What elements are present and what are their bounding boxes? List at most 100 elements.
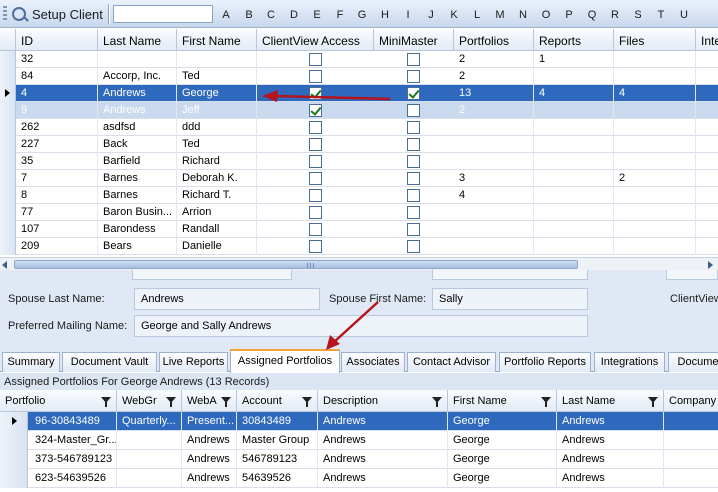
- column-header-description[interactable]: Description: [318, 390, 448, 412]
- row-selector[interactable]: [0, 221, 16, 238]
- row-selector[interactable]: [0, 51, 16, 68]
- letter-filter-u[interactable]: U: [677, 9, 691, 21]
- clientview-access-checkbox[interactable]: [309, 87, 322, 100]
- filter-icon[interactable]: [648, 397, 658, 407]
- client-row[interactable]: 32 2 1: [0, 51, 718, 68]
- letter-filter-s[interactable]: S: [631, 9, 645, 21]
- client-row[interactable]: 227 Back Ted: [0, 136, 718, 153]
- portfolio-row[interactable]: 324-Master_Gr... Andrews Master Group Andre…: [0, 431, 718, 450]
- row-selector[interactable]: [0, 153, 16, 170]
- portfolio-row[interactable]: 96-30843489 Quarterly... Present... 3084348…: [0, 412, 718, 431]
- row-selector[interactable]: [0, 469, 28, 488]
- client-row[interactable]: 7 Barnes Deborah K. 3 2: [0, 170, 718, 187]
- column-header-portfolios[interactable]: Portfolios: [454, 29, 534, 51]
- letter-filter-e[interactable]: E: [310, 9, 324, 21]
- clientview-access-checkbox[interactable]: [309, 223, 322, 236]
- letter-filter-p[interactable]: P: [562, 9, 576, 21]
- spouse-last-name-field[interactable]: Andrews: [134, 288, 320, 310]
- letter-filter-a[interactable]: A: [219, 9, 233, 21]
- column-header-files[interactable]: Files: [614, 29, 696, 51]
- letter-filter-r[interactable]: R: [608, 9, 622, 21]
- letter-filter-h[interactable]: H: [378, 9, 392, 21]
- letter-filter-k[interactable]: K: [447, 9, 461, 21]
- filter-icon[interactable]: [101, 397, 111, 407]
- scrollbar-thumb[interactable]: [14, 260, 578, 269]
- clientview-access-checkbox[interactable]: [309, 53, 322, 66]
- column-header-id[interactable]: ID: [16, 29, 98, 51]
- letter-filter-b[interactable]: B: [242, 9, 256, 21]
- letter-filter-j[interactable]: J: [424, 9, 438, 21]
- column-header-company[interactable]: Company: [664, 390, 718, 412]
- clientview-access-checkbox[interactable]: [309, 138, 322, 151]
- letter-filter-n[interactable]: N: [516, 9, 530, 21]
- row-selector[interactable]: [0, 102, 16, 119]
- clientview-access-checkbox[interactable]: [309, 189, 322, 202]
- tab-contact-advisor[interactable]: Contact Advisor: [407, 352, 496, 372]
- clientview-access-checkbox[interactable]: [309, 104, 322, 117]
- portfolio-row[interactable]: 373-546789123 Andrews 546789123 Andrews Geor…: [0, 450, 718, 469]
- letter-filter-d[interactable]: D: [287, 9, 301, 21]
- tab-docume[interactable]: Docume: [668, 352, 718, 372]
- scroll-left-icon[interactable]: [2, 261, 7, 269]
- letter-filter-o[interactable]: O: [539, 9, 553, 21]
- scroll-right-icon[interactable]: [708, 261, 713, 269]
- client-row[interactable]: 84 Accorp, Inc. Ted 2: [0, 68, 718, 85]
- column-header-weba[interactable]: WebA: [182, 390, 237, 412]
- client-search-input[interactable]: [113, 5, 213, 23]
- filter-icon[interactable]: [166, 397, 176, 407]
- row-selector[interactable]: [0, 450, 28, 469]
- client-row[interactable]: 8 Barnes Richard T. 4: [0, 187, 718, 204]
- row-selector[interactable]: [0, 68, 16, 85]
- column-header-account[interactable]: Account: [237, 390, 318, 412]
- client-row[interactable]: 35 Barfield Richard: [0, 153, 718, 170]
- letter-filter-l[interactable]: L: [470, 9, 484, 21]
- letter-filter-f[interactable]: F: [333, 9, 347, 21]
- filter-icon[interactable]: [221, 397, 231, 407]
- client-row[interactable]: 209 Bears Danielle: [0, 238, 718, 255]
- minimaster-checkbox[interactable]: [407, 172, 420, 185]
- column-header-first[interactable]: First Name: [177, 29, 257, 51]
- row-selector[interactable]: [0, 204, 16, 221]
- minimaster-checkbox[interactable]: [407, 240, 420, 253]
- row-selector[interactable]: [0, 238, 16, 255]
- letter-filter-t[interactable]: T: [654, 9, 668, 21]
- tab-portfolio-reports[interactable]: Portfolio Reports: [499, 352, 591, 372]
- minimaster-checkbox[interactable]: [407, 104, 420, 117]
- clientview-access-checkbox[interactable]: [309, 155, 322, 168]
- clientview-access-checkbox[interactable]: [309, 70, 322, 83]
- column-header-portfolio[interactable]: Portfolio: [0, 390, 117, 412]
- minimaster-checkbox[interactable]: [407, 155, 420, 168]
- filter-icon[interactable]: [541, 397, 551, 407]
- minimaster-checkbox[interactable]: [407, 138, 420, 151]
- client-row[interactable]: 9 Andrews Jeff 2: [0, 102, 718, 119]
- row-selector[interactable]: [0, 119, 16, 136]
- clientview-access-checkbox[interactable]: [309, 172, 322, 185]
- client-row[interactable]: 4 Andrews George 13 4 4: [0, 85, 718, 102]
- minimaster-checkbox[interactable]: [407, 223, 420, 236]
- filter-icon[interactable]: [302, 397, 312, 407]
- column-header-last[interactable]: Last Name: [98, 29, 177, 51]
- letter-filter-m[interactable]: M: [493, 9, 507, 21]
- column-header-reports[interactable]: Reports: [534, 29, 614, 51]
- column-header-webgr[interactable]: WebGr: [117, 390, 182, 412]
- spouse-first-name-field[interactable]: Sally: [432, 288, 588, 310]
- row-selector[interactable]: [0, 412, 28, 431]
- filter-icon[interactable]: [432, 397, 442, 407]
- clientview-access-checkbox[interactable]: [309, 121, 322, 134]
- tab-live-reports[interactable]: Live Reports: [159, 352, 228, 372]
- column-header-mm[interactable]: MiniMaster: [374, 29, 454, 51]
- tab-assigned-portfolios[interactable]: Assigned Portfolios: [230, 349, 340, 373]
- column-header-inte[interactable]: Inte: [696, 29, 718, 51]
- client-row[interactable]: 77 Baron Busin... Arrion: [0, 204, 718, 221]
- clientview-access-checkbox[interactable]: [309, 240, 322, 253]
- minimaster-checkbox[interactable]: [407, 206, 420, 219]
- row-selector[interactable]: [0, 170, 16, 187]
- column-header-first[interactable]: First Name: [448, 390, 557, 412]
- column-header-cv[interactable]: ClientView Access: [257, 29, 374, 51]
- letter-filter-i[interactable]: I: [401, 9, 415, 21]
- clientview-access-checkbox[interactable]: [309, 206, 322, 219]
- tab-associates[interactable]: Associates: [341, 352, 405, 372]
- row-selector[interactable]: [0, 136, 16, 153]
- tab-summary[interactable]: Summary: [2, 352, 60, 372]
- column-header-last[interactable]: Last Name: [557, 390, 664, 412]
